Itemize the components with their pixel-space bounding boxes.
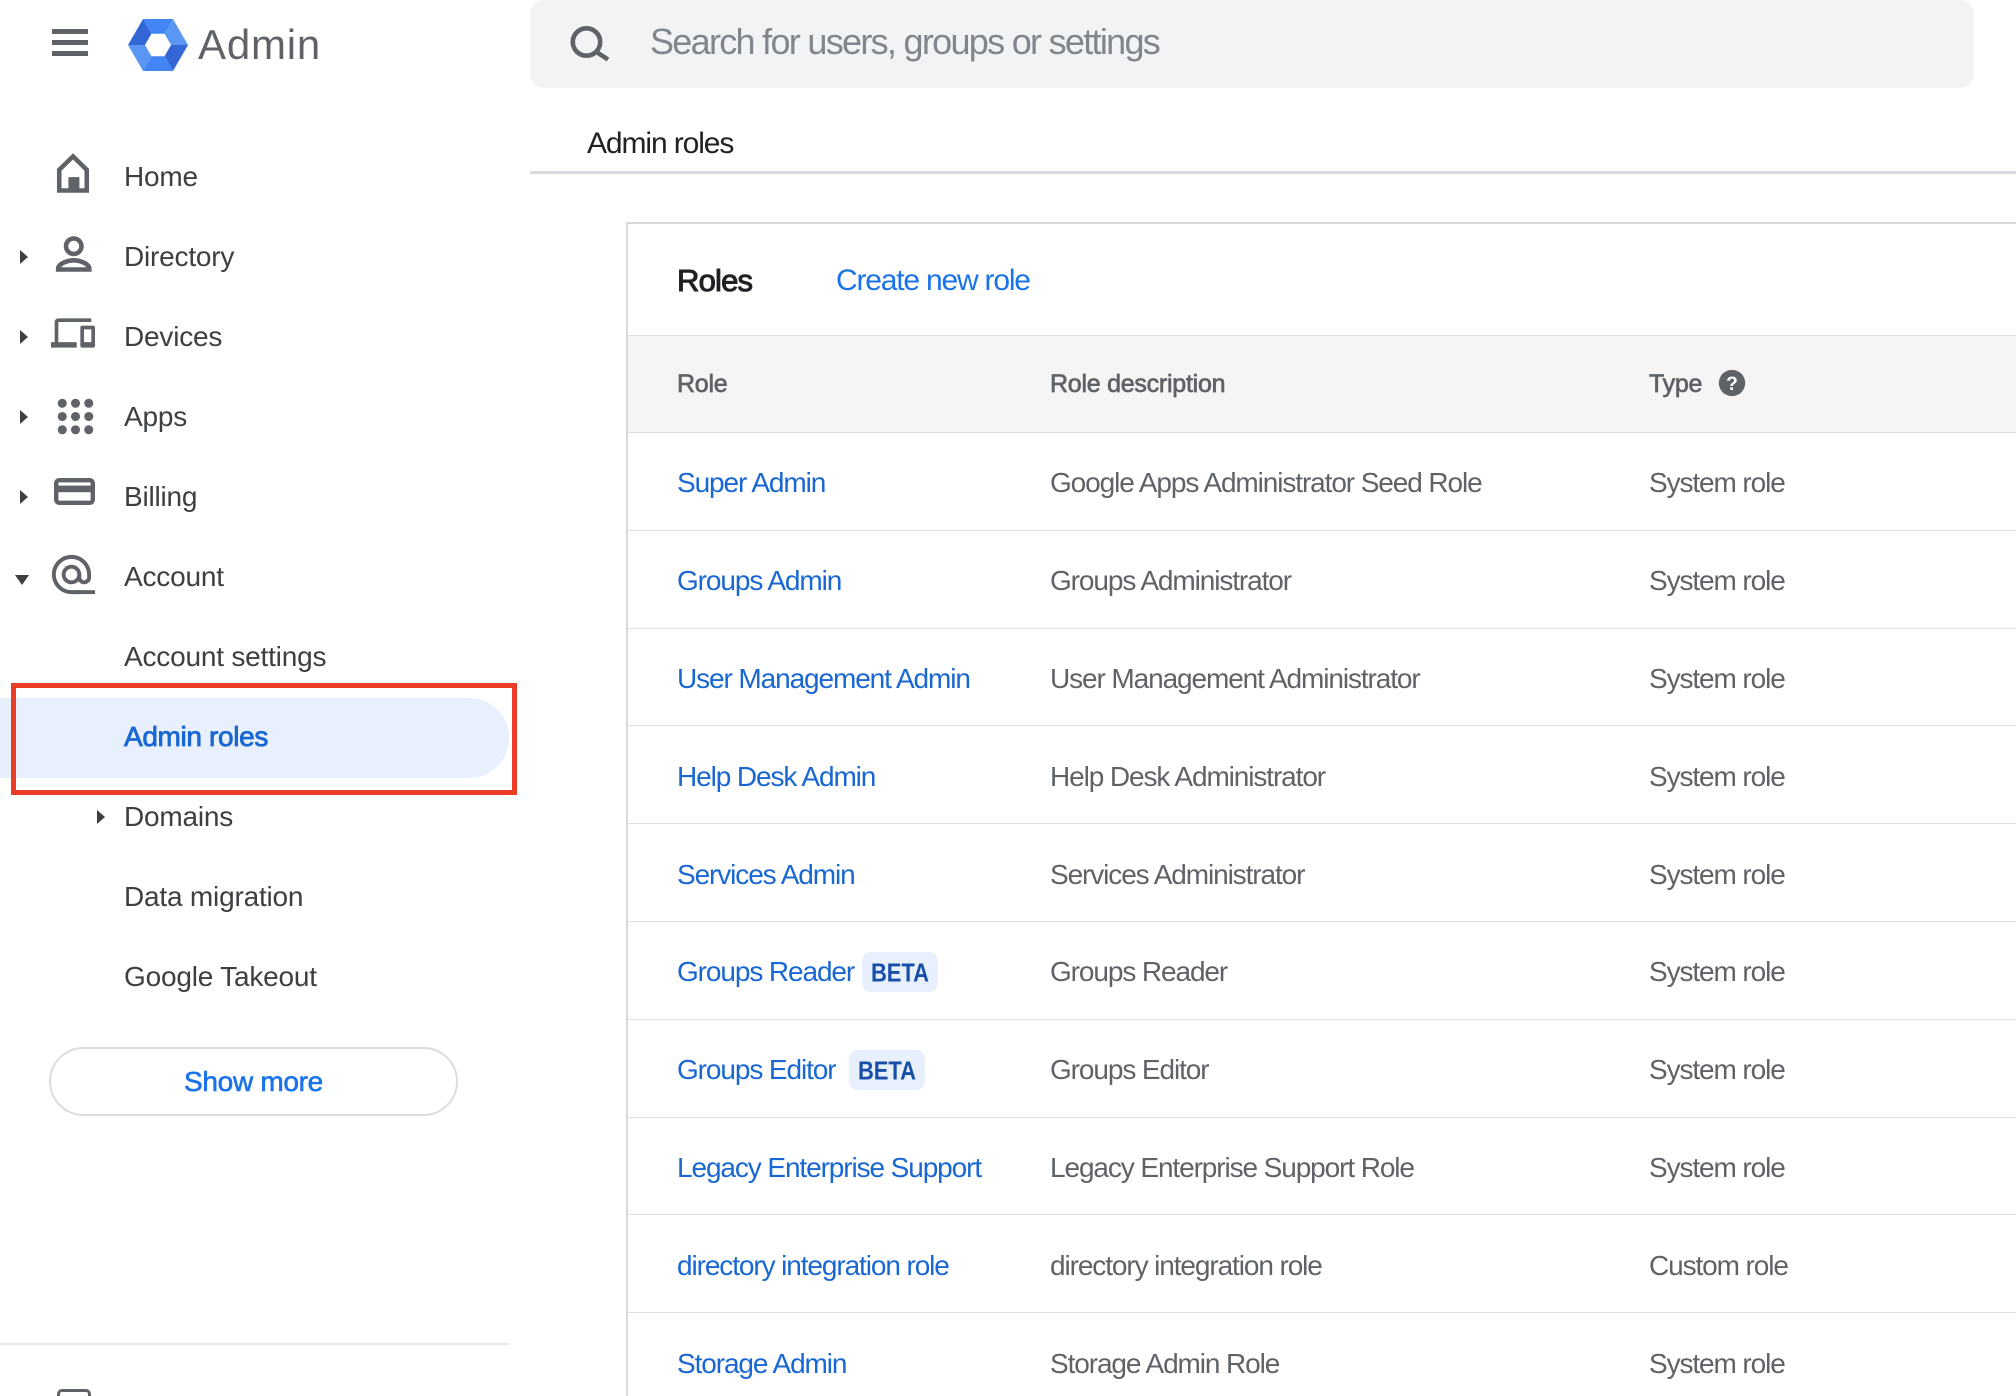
svg-text:?: ? — [1726, 374, 1738, 395]
